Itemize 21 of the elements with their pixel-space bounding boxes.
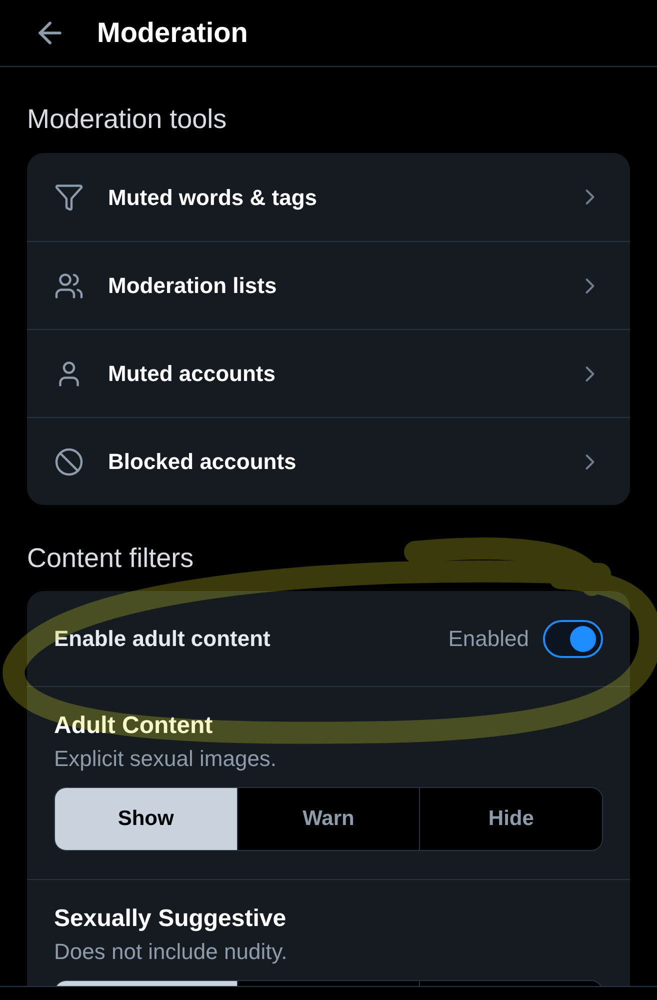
toggle-switch[interactable] [543, 620, 603, 658]
people-icon [54, 270, 84, 300]
menu-item[interactable]: Muted accounts [27, 329, 630, 417]
filter-description: Does not include nudity. [54, 939, 288, 965]
section-heading: Moderation tools [27, 104, 228, 134]
menu-item[interactable]: Moderation lists [27, 241, 630, 329]
filter-title: Adult Content [54, 712, 214, 740]
filter-title: Sexually Suggestive [54, 905, 288, 933]
menu-item[interactable]: Blocked accounts [27, 417, 630, 505]
section-heading: Content filters [27, 543, 195, 573]
funnel-icon [54, 182, 84, 212]
toggle-knob-icon [570, 626, 596, 652]
toggle-status: Enabled [448, 625, 529, 653]
segment-option[interactable]: Show [55, 788, 237, 850]
blocked-circle-icon [54, 446, 84, 476]
toggle-label: Enable adult content [54, 625, 272, 653]
filter-description: Explicit sexual images. [54, 746, 278, 772]
menu-item[interactable]: Muted words & tags [27, 153, 630, 241]
segment-option[interactable]: Warn [236, 788, 420, 850]
page-title: Moderation [97, 16, 248, 50]
segment-option[interactable]: Hide [419, 788, 602, 850]
